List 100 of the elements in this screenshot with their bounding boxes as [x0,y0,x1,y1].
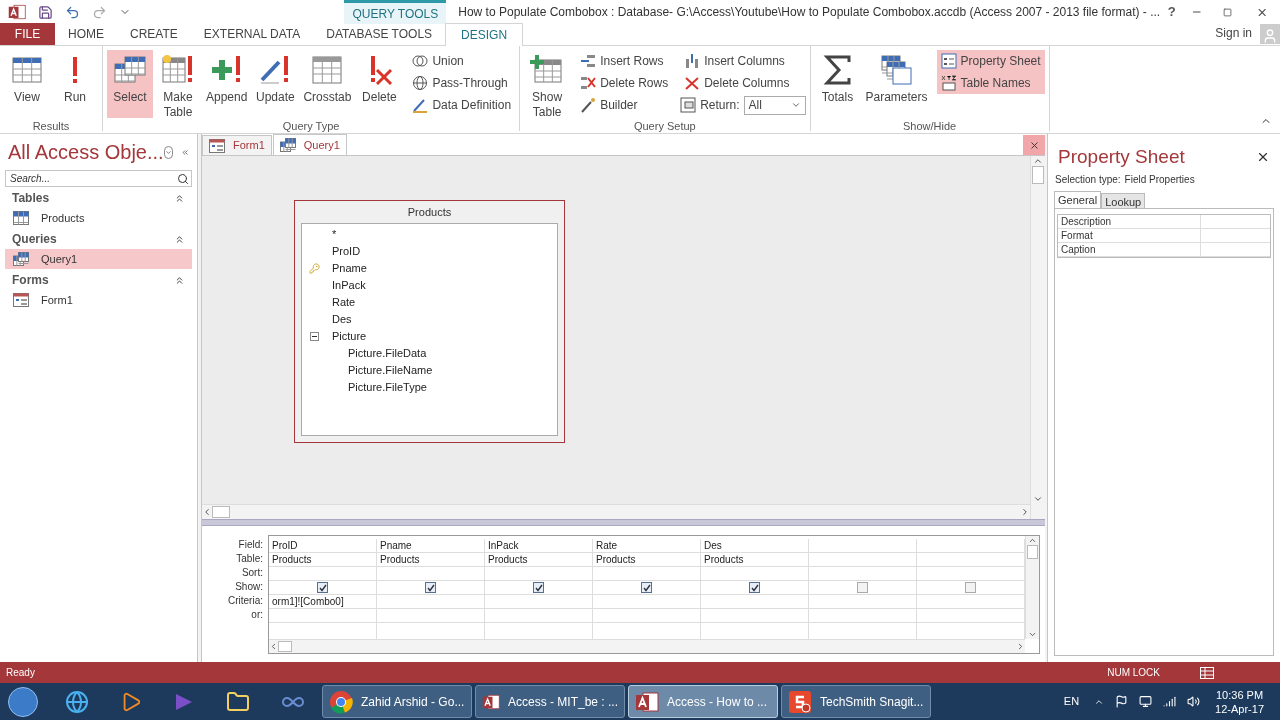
table-title: Products [406,205,453,220]
collapse-group-icon[interactable] [174,233,185,245]
grid-cell-text[interactable]: Pname [380,538,412,553]
flag-icon[interactable] [1115,695,1129,708]
volume-icon[interactable] [1187,695,1201,708]
clock-time[interactable]: 10:36 PM [1216,687,1264,702]
close-icon[interactable] [1256,150,1270,164]
nav-group-header[interactable]: Tables [12,189,174,207]
show-checkbox[interactable] [425,582,436,593]
show-checkbox[interactable] [641,582,652,593]
property-tab[interactable]: General [1054,191,1102,208]
scroll-up-icon[interactable] [1028,536,1037,545]
chrome-icon [329,689,353,714]
field-name[interactable]: Rate [326,294,356,311]
taskbar-button[interactable]: Access - MIT_be : ... [475,685,625,718]
collapse-group-icon[interactable] [174,192,185,204]
globe-icon [412,75,429,91]
grid-cell-text[interactable]: InPack [488,538,519,553]
ribbon-tab[interactable]: FILE [0,23,55,45]
show-checkbox[interactable] [533,582,544,593]
grid-cell-text[interactable]: Des [704,538,722,553]
start-button[interactable] [8,686,38,717]
scroll-up-icon[interactable] [1033,156,1043,166]
property-name[interactable]: Caption [1058,243,1201,256]
taskbar-button[interactable]: Access - How to ... [628,685,778,718]
return-dropdown[interactable]: All [743,95,806,115]
vertical-scrollbar[interactable] [1030,156,1045,519]
scroll-left-icon[interactable] [269,642,278,651]
property-tab[interactable]: Lookup [1101,193,1146,208]
show-checkbox[interactable] [749,582,760,593]
grid-cell-text[interactable]: Products [488,552,528,567]
scroll-down-icon[interactable] [1028,630,1037,639]
ribbon-tab[interactable]: EXTERNAL DATA [190,23,314,45]
scroll-right-icon[interactable] [1020,507,1030,517]
field-name[interactable]: Picture [326,328,367,345]
browser-icon[interactable] [65,689,89,714]
nav-item[interactable]: Form1 [5,290,192,310]
ribbon-small-button[interactable]: Property Sheet [936,50,1045,72]
nav-group-header[interactable]: Forms [12,271,174,289]
field-name[interactable]: Pname [326,260,367,277]
ribbon-tab[interactable]: HOME [55,23,117,45]
document-tab[interactable]: Query1 [272,134,347,155]
save-icon[interactable] [38,4,53,20]
field-name[interactable]: Picture.FileData [326,345,427,362]
ribbon-small-button[interactable]: Table Names [936,72,1045,94]
grid-cell-text[interactable]: Products [704,552,744,567]
field-name[interactable]: Picture.FileName [326,362,433,379]
field-name[interactable]: ProID [326,243,361,260]
close-document-button[interactable] [1023,135,1045,155]
field-name[interactable]: InPack [326,277,366,294]
undo-icon[interactable] [65,4,80,20]
document-tab[interactable]: Form1 [202,135,272,155]
table-field-list[interactable]: Products * ProID Pname InPack Rate Des Picture Picture.FileData Picture.FileName Picture.FileType [294,200,565,443]
grid-cell-text[interactable]: Products [596,552,636,567]
language-indicator[interactable]: EN [1063,693,1080,710]
scroll-right-icon[interactable] [1016,642,1025,651]
scroll-down-icon[interactable] [1033,494,1043,504]
scroll-left-icon[interactable] [202,507,212,517]
show-checkbox[interactable] [965,582,976,593]
scroll-thumb[interactable] [278,641,292,652]
expand-toggle[interactable] [309,332,319,341]
field-name[interactable]: Des [326,311,352,328]
taskbar-button[interactable]: TechSmith Snagit... [781,685,931,718]
ribbon-button[interactable]: Select [107,50,153,118]
field-name[interactable]: * [326,226,337,243]
grid-cell-text[interactable]: Products [272,552,312,567]
database-app-icon[interactable] [8,3,26,21]
scroll-thumb[interactable] [1032,166,1044,184]
scroll-thumb[interactable] [212,506,230,518]
signal-icon[interactable] [1163,695,1177,708]
property-sheet-title: Property Sheet [1058,144,1186,169]
show-checkbox[interactable] [317,582,328,593]
clock-date[interactable]: 12-Apr-17 [1215,701,1264,716]
nav-group-header[interactable]: Queries [12,230,174,248]
nav-item[interactable]: Products [5,208,192,228]
sign-in-link[interactable]: Sign in [1215,24,1252,42]
grid-cell-text[interactable]: Rate [596,538,618,553]
ribbon-tab[interactable]: DESIGN [445,23,524,46]
folder-icon[interactable] [226,689,250,714]
ribbon-tab[interactable]: CREATE [117,23,191,45]
field-name[interactable]: Picture.FileType [326,379,427,396]
datasheet-view-icon[interactable] [1200,666,1214,679]
taskbar-button[interactable]: Zahid Arshid - Go... [322,685,472,718]
horizontal-scrollbar[interactable] [269,639,1025,653]
restore-icon[interactable] [1222,6,1232,18]
property-name[interactable]: Format [1058,229,1201,242]
collapse-group-icon[interactable] [174,274,185,286]
scroll-thumb[interactable] [1027,545,1038,559]
grid-cell-text[interactable]: Products [380,552,420,567]
vertical-scrollbar[interactable] [1025,536,1039,639]
horizontal-scrollbar[interactable] [202,504,1030,519]
ribbon-tab[interactable]: DATABASE TOOLS [313,23,446,45]
show-checkbox[interactable] [857,582,868,593]
grid-cell-text[interactable]: ProID [272,538,298,553]
redo-icon[interactable] [92,4,107,20]
nav-item[interactable]: Query1 [5,249,192,269]
network-icon[interactable] [1139,695,1153,708]
grid-cell-text[interactable]: orm1]![Combo0] [272,594,344,609]
help-button[interactable]: ? [1160,2,1184,22]
property-name[interactable]: Description [1058,215,1201,228]
